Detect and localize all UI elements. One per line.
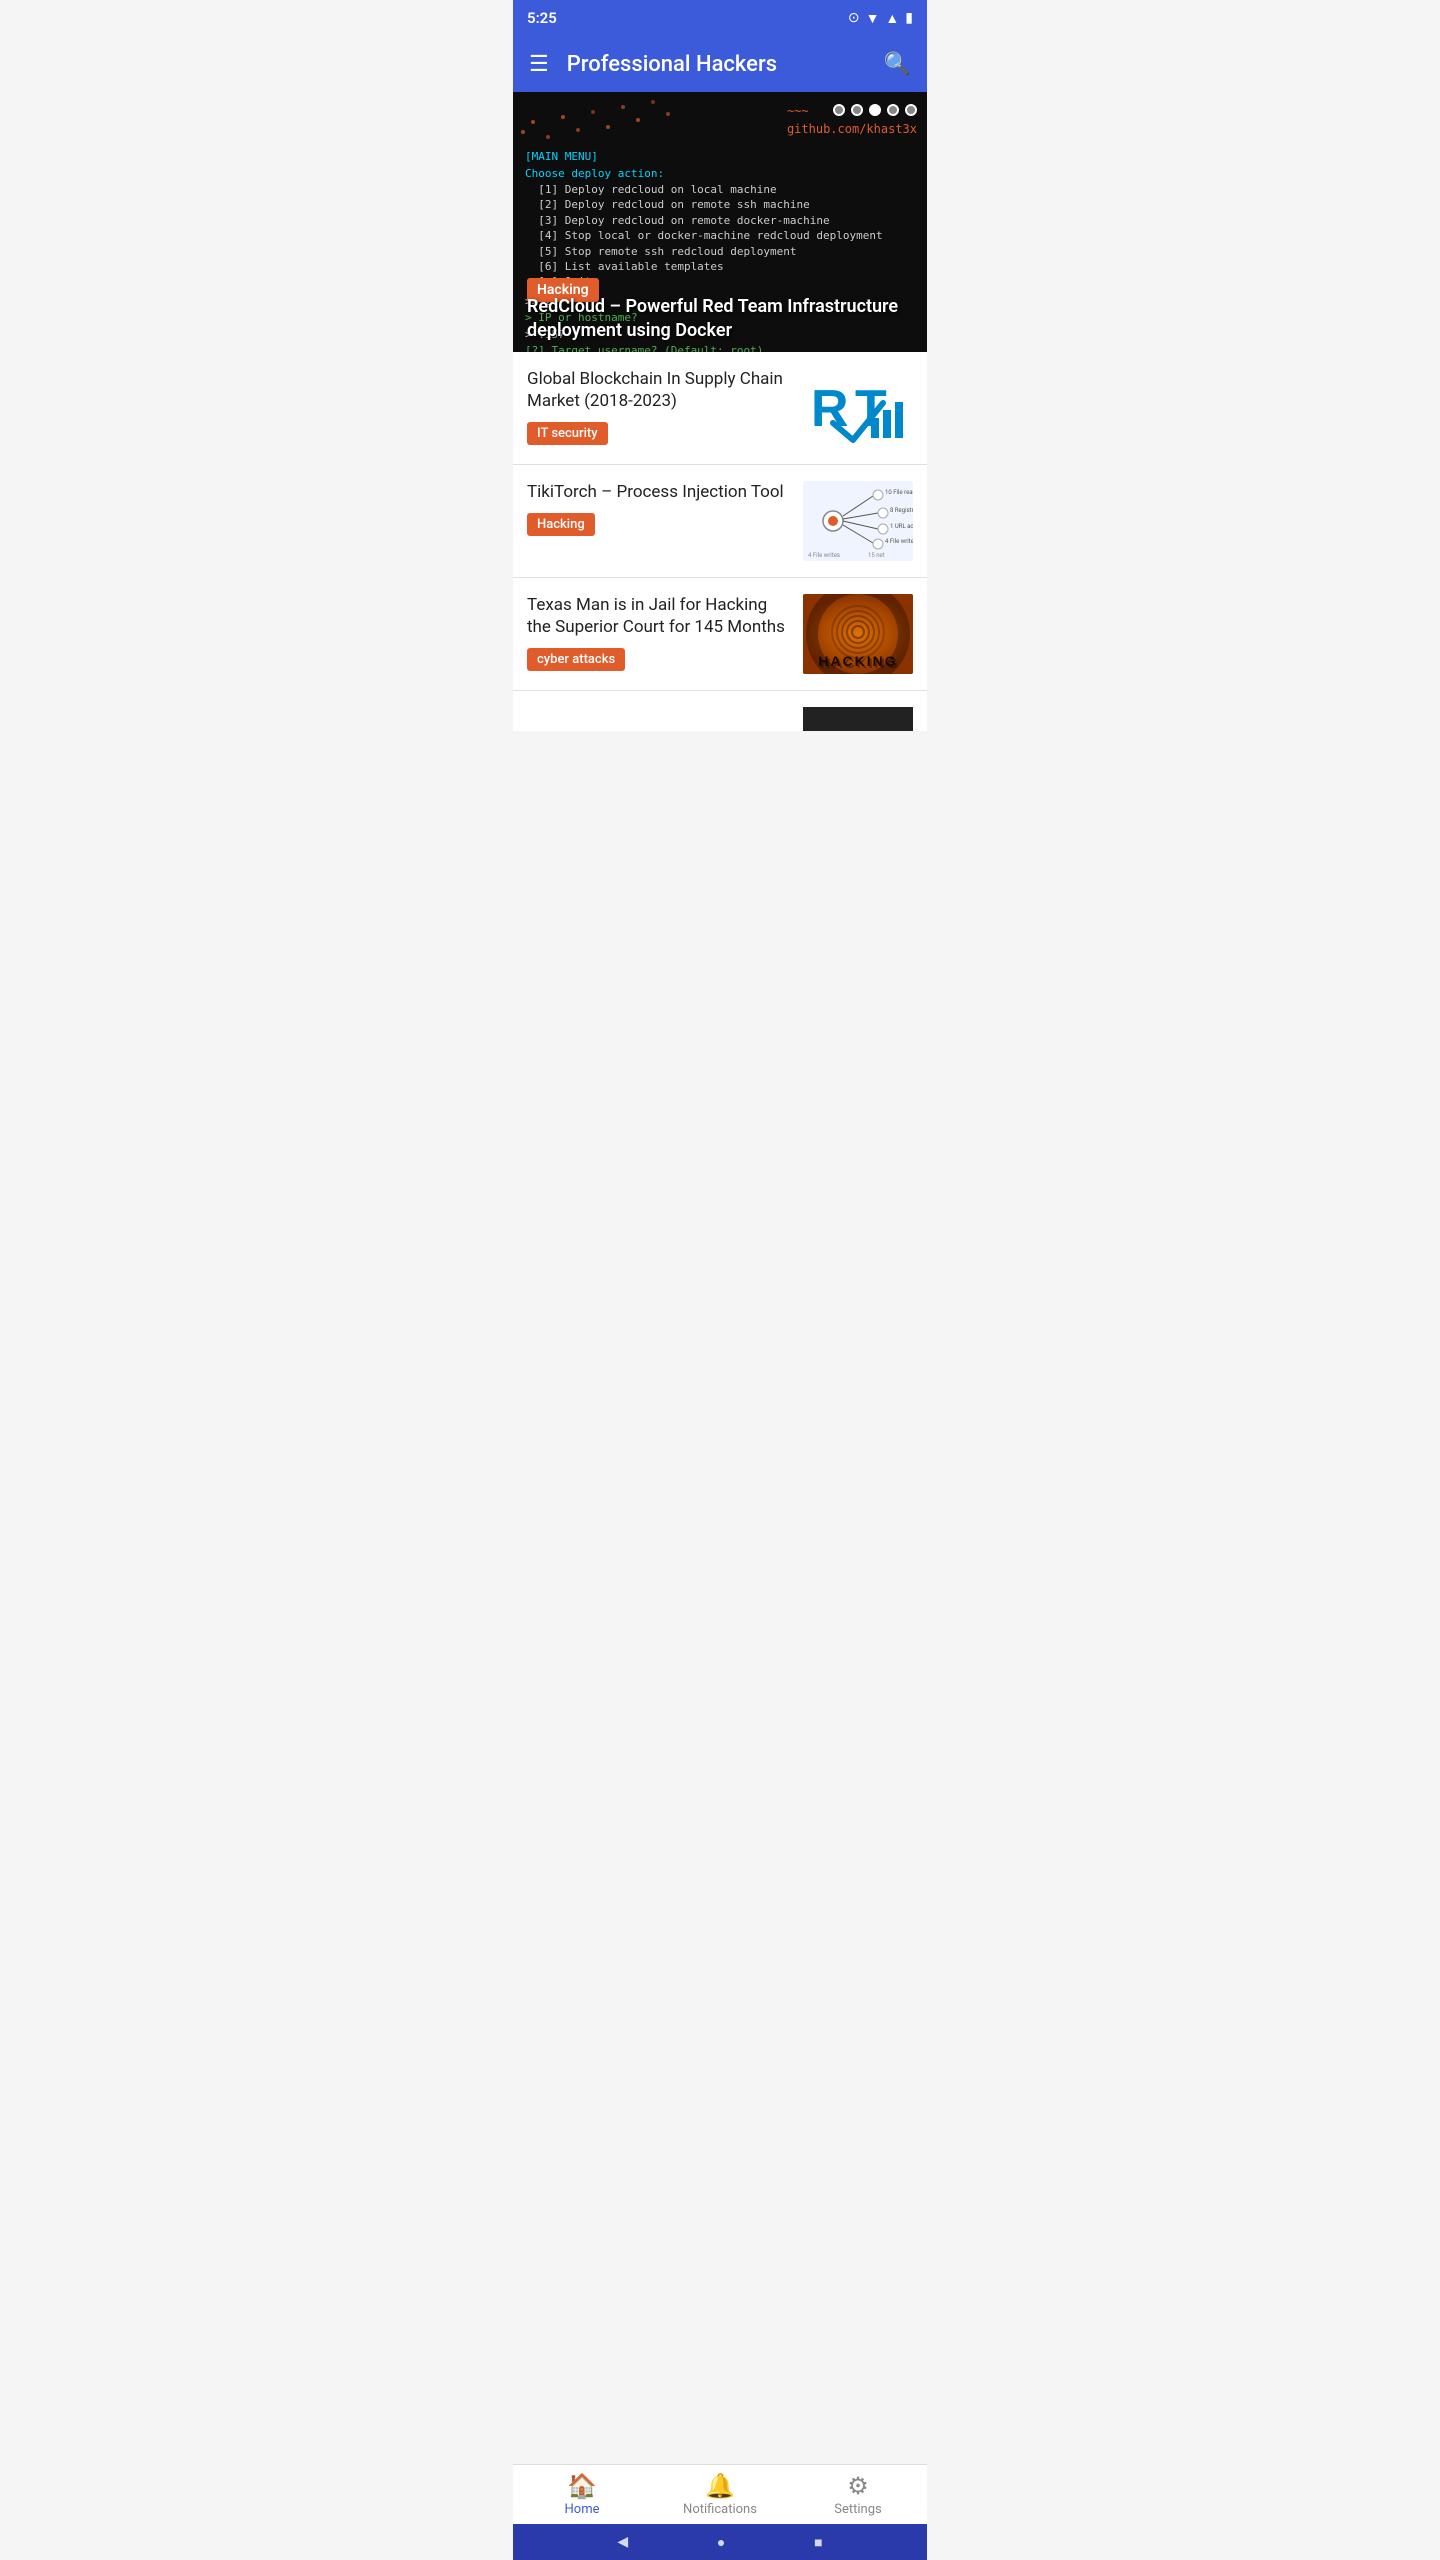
article-title-1: Global Blockchain In Supply Chain Market… [527, 368, 791, 412]
tikitorch-svg: 10 File reads 8 Registry key accesses 1 … [803, 481, 913, 561]
wifi-icon: ▼ [866, 10, 880, 27]
svg-text:4 File writes: 4 File writes [885, 538, 913, 545]
recent-button[interactable]: ■ [814, 2534, 822, 2551]
status-time: 5:25 [527, 9, 557, 27]
scatter-decoration [513, 92, 927, 152]
rt-logo-svg: R T [803, 368, 913, 448]
dot-2 [851, 104, 863, 116]
home-label: Home [565, 2502, 600, 2517]
hero-title: RedCloud – Powerful Red Team Infrastruct… [527, 295, 913, 342]
home-button[interactable]: ● [717, 2534, 725, 2551]
article-thumb-3: HACKING [803, 594, 913, 674]
hacking-svg: HACKING [803, 594, 913, 674]
at-icon: ⊙ [848, 10, 860, 26]
svg-text:10 File reads: 10 File reads [885, 489, 913, 496]
article-content-2: TikiTorch – Process Injection Tool Hacki… [527, 481, 791, 536]
search-icon[interactable]: 🔍 [884, 52, 911, 77]
nav-notifications[interactable]: 🔔 Notifications [651, 2465, 789, 2524]
article-title-2: TikiTorch – Process Injection Tool [527, 481, 791, 503]
menu-icon[interactable]: ☰ [529, 52, 549, 77]
svg-text:15 net: 15 net [868, 552, 885, 559]
dot-3 [869, 104, 881, 116]
back-button[interactable]: ◀ [617, 2534, 628, 2550]
svg-text:8 Registry key accesses: 8 Registry key accesses [890, 507, 913, 514]
terminal-user: [?] Target username? (Default: root) [525, 343, 915, 352]
nav-home[interactable]: 🏠 Home [513, 2465, 651, 2524]
list-item-partial [513, 691, 927, 731]
settings-label: Settings [834, 2502, 881, 2517]
notifications-label: Notifications [683, 2502, 757, 2517]
hacking-image: HACKING [803, 594, 913, 674]
article-content-1: Global Blockchain In Supply Chain Market… [527, 368, 791, 445]
list-item[interactable]: Global Blockchain In Supply Chain Market… [513, 352, 927, 465]
article-thumb-1: R T [803, 368, 913, 448]
article-content-3: Texas Man is in Jail for Hacking the Sup… [527, 594, 791, 671]
bottom-nav: 🏠 Home 🔔 Notifications ⚙ Settings [513, 2464, 927, 2524]
list-item[interactable]: TikiTorch – Process Injection Tool Hacki… [513, 465, 927, 578]
article-title-3: Texas Man is in Jail for Hacking the Sup… [527, 594, 791, 638]
partial-thumb [803, 707, 913, 731]
signal-icon: ▲ [885, 10, 899, 27]
status-bar: 5:25 ⊙ ▼ ▲ ▮ [513, 0, 927, 36]
app-bar: ☰ Professional Hackers 🔍 [513, 36, 927, 92]
dot-5 [905, 104, 917, 116]
hero-banner[interactable]: ~~~github.com/khast3x [MAIN MENU] Choose… [513, 92, 927, 352]
svg-text:4 File writes: 4 File writes [808, 552, 840, 559]
list-item[interactable]: Texas Man is in Jail for Hacking the Sup… [513, 578, 927, 691]
settings-icon: ⚙ [847, 2472, 869, 2500]
article-tag-2[interactable]: Hacking [527, 513, 595, 536]
notifications-icon: 🔔 [705, 2472, 735, 2500]
status-icons: ⊙ ▼ ▲ ▮ [848, 10, 913, 27]
nav-settings[interactable]: ⚙ Settings [789, 2465, 927, 2524]
article-tag-3[interactable]: cyber attacks [527, 648, 625, 671]
dot-1 [833, 104, 845, 116]
battery-icon: ▮ [905, 10, 913, 26]
app-title: Professional Hackers [567, 52, 884, 77]
home-icon: 🏠 [567, 2472, 597, 2500]
article-list: Global Blockchain In Supply Chain Market… [513, 352, 927, 731]
terminal-choose: Choose deploy action: [525, 166, 915, 183]
dot-4 [887, 104, 899, 116]
partial-svg [803, 707, 913, 731]
android-nav-bar: ◀ ● ■ [513, 2524, 927, 2560]
article-thumb-2: 10 File reads 8 Registry key accesses 1 … [803, 481, 913, 561]
hero-dots [833, 104, 917, 116]
terminal-options: [1] Deploy redcloud on local machine [2]… [525, 182, 915, 290]
article-tag-1[interactable]: IT security [527, 422, 608, 445]
svg-text:1 URL access: 1 URL access [890, 523, 913, 530]
svg-text:HACKING: HACKING [818, 653, 897, 669]
